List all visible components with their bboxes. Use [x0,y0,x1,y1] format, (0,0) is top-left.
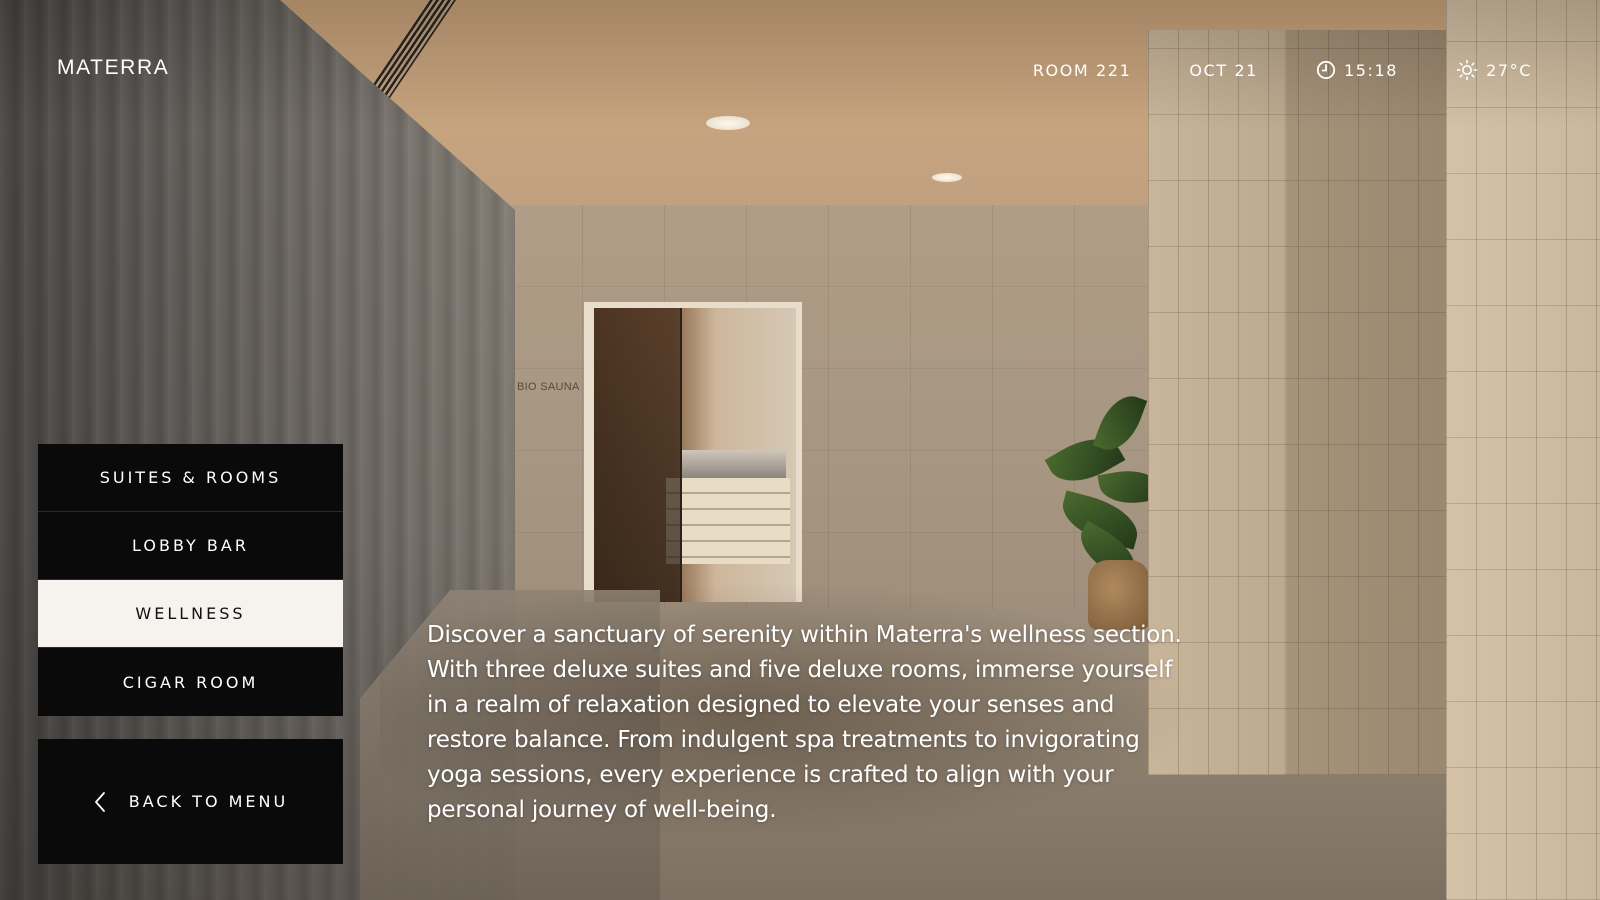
tiled-wall-right [1446,0,1600,900]
time-display: 15:18 [1316,60,1398,80]
sauna-sign: BIO SAUNA [517,381,580,393]
ceiling-light [932,173,962,182]
brand-logo: MATERRA [57,56,170,79]
sun-icon [1456,59,1478,81]
sauna-stove [682,450,786,478]
section-menu: SUITES & ROOMS LOBBY BAR WELLNESS CIGAR … [38,444,343,716]
chevron-left-icon [94,791,105,812]
weather-display: 27°C [1456,59,1532,81]
time-value: 15:18 [1343,60,1399,80]
menu-item-wellness[interactable]: WELLNESS [38,580,343,648]
wellness-description: Discover a sanctuary of serenity within … [427,622,1182,823]
temperature-value: 27°C [1486,60,1532,80]
clock-icon [1316,60,1336,80]
sauna-bench [666,478,790,564]
back-to-menu-label: BACK TO MENU [128,792,289,811]
menu-item-cigar-room[interactable]: CIGAR ROOM [38,648,343,716]
sauna-glass-door [594,308,682,602]
status-bar: ROOM 221 OCT 21 15:18 27°C [1033,59,1532,81]
menu-item-suites-rooms[interactable]: SUITES & ROOMS [38,444,343,512]
room-number: ROOM 221 [1032,60,1132,80]
wellness-screen: BIO SAUNA MATERRA ROOM 221 OCT 21 15:18 [0,0,1600,900]
menu-item-lobby-bar[interactable]: LOBBY BAR [38,512,343,580]
back-to-menu-button[interactable]: BACK TO MENU [38,739,343,864]
date: OCT 21 [1189,60,1258,80]
